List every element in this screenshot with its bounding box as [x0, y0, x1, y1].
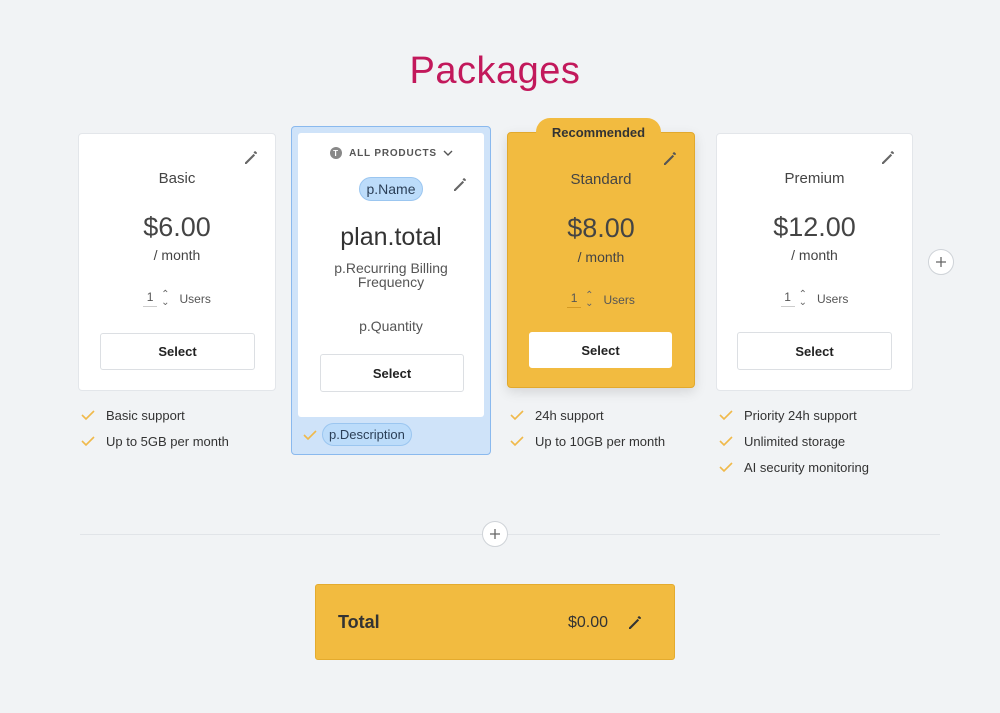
check-icon [719, 410, 733, 421]
page-title: Packages [409, 50, 581, 92]
plan-period: / month [153, 247, 201, 263]
quantity-placeholder: p.Quantity [359, 318, 423, 334]
plan-name: Premium [784, 170, 845, 187]
feature-list-standard: 24h support Up to 10GB per month [509, 402, 665, 454]
pencil-icon[interactable] [243, 150, 259, 166]
pencil-icon[interactable] [662, 151, 678, 167]
pencil-icon[interactable] [627, 615, 643, 631]
total-label: Total [338, 612, 380, 632]
check-icon [719, 462, 733, 473]
feature-item: Up to 5GB per month [80, 428, 229, 454]
feature-text: Basic support [106, 407, 185, 423]
product-selector[interactable]: T ALL PRODUCTS [298, 146, 484, 160]
feature-item: AI security monitoring [718, 454, 869, 480]
feature-item: p.Description [302, 423, 412, 446]
feature-item: 24h support [509, 402, 665, 428]
check-icon [303, 429, 317, 440]
feature-item: Up to 10GB per month [509, 428, 665, 454]
total-value: $0.00 [568, 614, 609, 631]
feature-list-premium: Priority 24h support Unlimited storage A… [718, 402, 869, 480]
add-section-button[interactable] [482, 521, 508, 547]
quantity-value[interactable]: 1 [143, 290, 158, 307]
plan-period: / month [791, 247, 838, 263]
feature-text: Unlimited storage [744, 433, 846, 449]
feature-text: Up to 5GB per month [106, 433, 229, 449]
check-icon [719, 436, 733, 447]
stepper-arrows-icon[interactable]: ⌃ ⌄ [161, 289, 169, 307]
plan-name: Standard [570, 171, 632, 188]
add-plan-button[interactable] [928, 249, 954, 275]
plan-card-premium[interactable]: Premium $12.00 / month 1 ⌃ ⌄ Users Select [716, 133, 913, 391]
quantity-label: Users [603, 292, 635, 307]
quantity-value[interactable]: 1 [780, 290, 795, 307]
plan-price: $12.00 [773, 212, 856, 242]
feature-item: Unlimited storage [718, 428, 869, 454]
plan-card-basic[interactable]: Basic $6.00 / month 1 ⌃ ⌄ Users Select [78, 133, 276, 391]
plan-name-placeholder[interactable]: p.Name [359, 177, 423, 201]
billing-frequency-placeholder: p.Recurring Billing Frequency [334, 260, 448, 290]
quantity-label: Users [179, 291, 211, 306]
feature-text: 24h support [535, 407, 604, 423]
description-placeholder[interactable]: p.Description [322, 423, 412, 446]
pencil-icon[interactable] [880, 150, 896, 166]
plan-price: $8.00 [567, 213, 635, 243]
svg-text:T: T [333, 149, 339, 158]
recommended-badge: Recommended [536, 118, 661, 146]
select-button[interactable]: Select [737, 332, 892, 370]
plan-period: / month [577, 249, 625, 265]
plan-card-template-selected[interactable]: T ALL PRODUCTS p.Name plan.total p.Recur… [291, 126, 491, 455]
plus-icon [936, 257, 946, 267]
quantity-stepper[interactable]: 1 ⌃ ⌄ Users [79, 289, 275, 307]
select-button[interactable]: Select [320, 354, 464, 392]
section-divider [80, 534, 940, 535]
feature-text: AI security monitoring [744, 459, 869, 475]
check-icon [510, 410, 524, 421]
product-selector-label: ALL PRODUCTS [349, 147, 437, 159]
feature-list-basic: Basic support Up to 5GB per month [80, 402, 229, 454]
plus-icon [490, 529, 500, 539]
stepper-arrows-icon[interactable]: ⌃ ⌄ [585, 290, 593, 308]
select-button[interactable]: Select [529, 332, 672, 368]
check-icon [81, 436, 95, 447]
total-bar: Total $0.00 [315, 584, 675, 660]
quantity-value[interactable]: 1 [567, 291, 582, 308]
check-icon [510, 436, 524, 447]
plan-card-standard[interactable]: Standard $8.00 / month 1 ⌃ ⌄ Users Select [507, 132, 695, 388]
stepper-arrows-icon[interactable]: ⌃ ⌄ [799, 289, 807, 307]
feature-text: Up to 10GB per month [535, 433, 666, 449]
plan-card-template[interactable]: T ALL PRODUCTS p.Name plan.total p.Recur… [298, 133, 484, 417]
feature-item: Basic support [80, 402, 229, 428]
quantity-label: Users [817, 291, 849, 306]
plan-total-placeholder: plan.total [340, 223, 442, 251]
quantity-stepper[interactable]: 1 ⌃ ⌄ Users [508, 290, 694, 308]
feature-item: Priority 24h support [718, 402, 869, 428]
select-button[interactable]: Select [100, 333, 255, 370]
product-icon: T [330, 147, 343, 159]
feature-text: Priority 24h support [744, 407, 857, 423]
plan-price: $6.00 [143, 212, 211, 242]
plan-name: Basic [158, 170, 196, 187]
chevron-down-icon[interactable] [443, 149, 453, 157]
check-icon [81, 410, 95, 421]
quantity-stepper[interactable]: 1 ⌃ ⌄ Users [717, 289, 912, 307]
